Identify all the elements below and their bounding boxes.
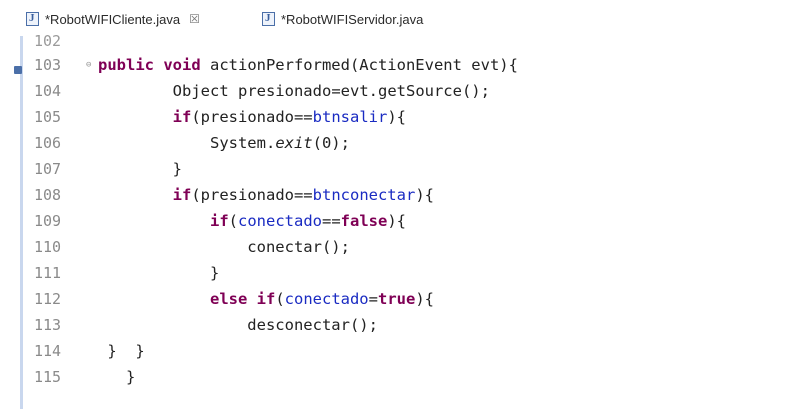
code-token: Object (98, 82, 238, 100)
code-line[interactable]: 107 } (0, 156, 788, 182)
code-token: System. (98, 134, 276, 152)
code-token: } (98, 264, 220, 282)
line-number: 113 (34, 316, 62, 334)
code-line[interactable]: 112 else if(conectado=true){ (0, 286, 788, 312)
java-file-icon: J (26, 12, 39, 26)
code-token: if (209, 212, 229, 230)
code-token: evt (471, 56, 500, 74)
code-token: } } (98, 342, 145, 360)
editor-tab-bar: J *RobotWIFICliente.java ☒ J *RobotWIFIS… (0, 0, 788, 36)
code-text: desconectar(); (98, 312, 378, 338)
code-token: ( (228, 212, 238, 230)
code-line[interactable]: 108 if(presionado==btnconectar){ (0, 182, 788, 208)
code-text: } (98, 156, 182, 182)
code-line[interactable]: 114 } } (0, 338, 788, 364)
code-token: (presionado== (191, 108, 313, 126)
code-token: conectar(); (98, 238, 350, 256)
code-token: = (331, 82, 341, 100)
code-token: if (172, 108, 192, 126)
code-token: .getSource(); (368, 82, 490, 100)
code-token: } (98, 368, 136, 386)
code-token: if (172, 186, 192, 204)
code-token: btnconectar (312, 186, 416, 204)
code-text: Object presionado=evt.getSource(); (98, 78, 490, 104)
code-line[interactable]: 105 if(presionado==btnsalir){ (0, 104, 788, 130)
line-number: 115 (34, 368, 62, 386)
code-token: ( (275, 290, 285, 308)
line-number: 110 (34, 238, 62, 256)
line-number: 104 (34, 82, 62, 100)
code-token: false (340, 212, 388, 230)
code-text: } (98, 364, 135, 390)
code-token: evt (340, 82, 369, 100)
code-token: ){ (415, 186, 434, 204)
code-text: else if(conectado=true){ (98, 286, 434, 312)
code-text: public void actionPerformed(ActionEvent … (98, 52, 518, 78)
code-text: if(presionado==btnsalir){ (98, 104, 406, 130)
line-number: 111 (34, 264, 62, 282)
code-token: } (98, 160, 182, 178)
code-text: } (98, 260, 219, 286)
code-token: = (368, 290, 378, 308)
code-text: conectar(); (98, 234, 350, 260)
code-line[interactable]: 115 } (0, 364, 788, 390)
code-token: desconectar(); (98, 316, 378, 334)
line-number: 103 (34, 56, 62, 74)
code-token: ){ (415, 290, 434, 308)
code-token: conectado (284, 290, 369, 308)
code-line[interactable]: 113 desconectar(); (0, 312, 788, 338)
code-token: public void (98, 56, 201, 74)
line-number: 112 (34, 290, 62, 308)
code-line[interactable]: 109 if(conectado==false){ (0, 208, 788, 234)
code-line[interactable]: 103 ⊖ public void actionPerformed(ActionEv… (0, 52, 788, 78)
code-line[interactable]: 111 } (0, 260, 788, 286)
fold-toggle-icon[interactable]: ⊖ (86, 52, 91, 78)
java-file-icon: J (262, 12, 275, 26)
code-token: presionado (237, 82, 332, 100)
code-line[interactable]: 110 conectar(); (0, 234, 788, 260)
code-line[interactable]: 106 System.exit(0); (0, 130, 788, 156)
tab-robotwifiservidor[interactable]: J *RobotWIFIServidor.java (262, 6, 423, 32)
code-token: (presionado== (191, 186, 313, 204)
code-token: (0); (312, 134, 350, 152)
line-number: 105 (34, 108, 62, 126)
tab-label: *RobotWIFICliente.java (45, 11, 181, 27)
line-number: 108 (34, 186, 62, 204)
code-token: conectado (238, 212, 322, 230)
code-token: actionPerformed(ActionEvent (200, 56, 472, 74)
code-token: ){ (499, 56, 518, 74)
code-text: } } (98, 338, 145, 364)
line-number-partial: 102 (34, 32, 62, 50)
code-text: System.exit(0); (98, 130, 350, 156)
code-editor[interactable]: 102 103 ⊖ public void actionPerformed(Acti… (0, 32, 788, 409)
code-token: true (378, 290, 416, 308)
line-number: 114 (34, 342, 62, 360)
code-token: exit (275, 134, 313, 152)
code-token: ){ (387, 108, 406, 126)
code-text: if(conectado==false){ (98, 208, 406, 234)
code-token: else if (209, 290, 276, 308)
close-tab-icon[interactable]: ☒ (189, 12, 200, 26)
tab-label: *RobotWIFIServidor.java (281, 11, 424, 27)
code-text: if(presionado==btnconectar){ (98, 182, 434, 208)
code-token: btnsalir (312, 108, 388, 126)
line-number: 107 (34, 160, 62, 178)
line-number: 106 (34, 134, 62, 152)
line-number: 109 (34, 212, 62, 230)
code-line[interactable]: 104 Object presionado=evt.getSource(); (0, 78, 788, 104)
code-token: == (322, 212, 341, 230)
code-token: ){ (387, 212, 407, 230)
